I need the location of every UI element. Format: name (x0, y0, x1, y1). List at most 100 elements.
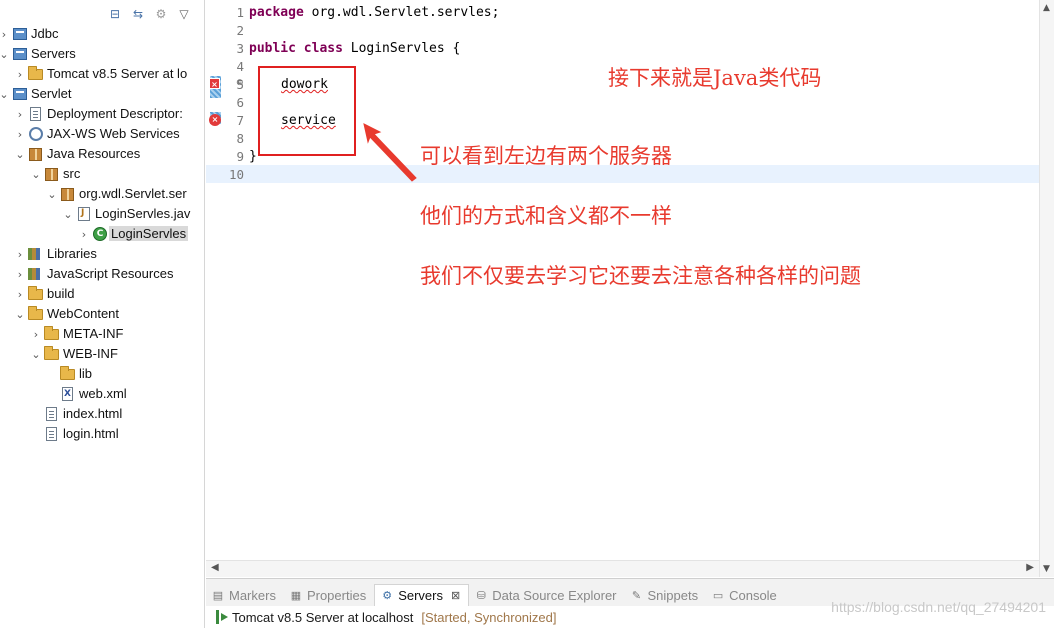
watermark: https://blog.csdn.net/qq_27494201 (831, 599, 1046, 615)
code-line[interactable]: 1 package org.wdl.Servlet.servles; (206, 3, 1039, 21)
java-icon (76, 206, 92, 222)
code-line[interactable]: 2 (206, 21, 1039, 39)
collapsed-chevron-icon[interactable]: › (0, 26, 10, 42)
collapse-all-icon[interactable]: ⊟ (107, 6, 123, 22)
expanded-chevron-icon[interactable]: ⌄ (0, 46, 10, 62)
tree-item-label: META-INF (63, 326, 124, 341)
view-menu-icon[interactable]: ▽ (176, 6, 192, 22)
tree-item-label: Java Resources (47, 146, 141, 161)
tree-item[interactable]: ⌄ WebContent (0, 304, 204, 324)
tree-item[interactable]: login.html (0, 424, 204, 444)
server-started-icon (216, 610, 229, 624)
tree-item[interactable]: › JavaScript Resources (0, 264, 204, 284)
tab-properties[interactable]: ▦ Properties (284, 584, 374, 606)
tree-item-label: Servers (31, 46, 76, 61)
lib-icon (28, 266, 44, 282)
scroll-right-icon[interactable]: ▶ (1026, 562, 1034, 573)
tab-servers[interactable]: ⚙ Servers ⊠ (374, 584, 470, 606)
scroll-left-icon[interactable]: ◀ (211, 562, 219, 573)
tree-item-label: JavaScript Resources (47, 266, 174, 281)
tab-console[interactable]: ▭ Console (706, 584, 785, 606)
link-editor-icon[interactable]: ⇆ (130, 6, 146, 22)
tree-item[interactable]: ⌄ src (0, 164, 204, 184)
tree-item[interactable]: › Libraries (0, 244, 204, 264)
collapsed-chevron-icon[interactable]: › (78, 226, 90, 242)
filter-icon[interactable]: ⚙ (153, 6, 169, 22)
close-icon[interactable]: ⊠ (451, 589, 460, 602)
tree-item-label: Servlet (31, 86, 72, 101)
tree-item[interactable]: › Jdbc (0, 24, 204, 44)
tree-item[interactable]: › META-INF (0, 324, 204, 344)
error-marker-icon[interactable]: × (209, 114, 221, 126)
database-icon: ⛁ (476, 589, 486, 602)
expanded-chevron-icon[interactable]: ⌄ (14, 306, 26, 322)
tree-item[interactable]: Xweb.xml (0, 384, 204, 404)
collapsed-chevron-icon[interactable]: › (30, 326, 42, 342)
tree-item[interactable]: › build (0, 284, 204, 304)
expanded-chevron-icon[interactable]: ⌄ (46, 186, 58, 202)
line-number: 4 (236, 59, 244, 74)
expanded-chevron-icon[interactable]: ⌄ (14, 146, 26, 162)
expanded-chevron-icon[interactable]: ⌄ (30, 346, 42, 362)
tree-item[interactable]: › JAX-WS Web Services (0, 124, 204, 144)
explorer-toolbar: ⊟ ⇆ ⚙ ▽ (107, 4, 192, 24)
line-number: 6 (236, 95, 244, 110)
tree-item-label: Libraries (47, 246, 97, 261)
tree-item[interactable]: ⌄ Servers (0, 44, 204, 64)
expanded-chevron-icon[interactable]: ⌄ (30, 166, 42, 182)
tree-item[interactable]: › C LoginServles (0, 224, 204, 244)
tree-item-label: lib (79, 366, 93, 381)
tree-item[interactable]: index.html (0, 404, 204, 424)
tree-item[interactable]: ⌄ Java Resources (0, 144, 204, 164)
tree-item[interactable]: › Tomcat v8.5 Server at lo (0, 64, 204, 84)
line-number: 1 (236, 5, 244, 20)
collapsed-chevron-icon[interactable]: › (14, 66, 26, 82)
fold-icon[interactable]: ⊖ (236, 78, 244, 88)
code-rest: org.wdl.Servlet.servles; (303, 5, 500, 20)
line-number: 3 (236, 41, 244, 56)
tree-item-label: web.xml (79, 386, 127, 401)
annotation-java-class-code: 接下来就是Java类代码 (608, 66, 822, 90)
tree-item[interactable]: ⌄ org.wdl.Servlet.ser (0, 184, 204, 204)
scroll-up-icon[interactable]: ▲ (1043, 3, 1050, 13)
project-icon (12, 86, 28, 102)
collapsed-chevron-icon[interactable]: › (14, 266, 26, 282)
tab-data-source-explorer[interactable]: ⛁ Data Source Explorer (469, 584, 624, 606)
code-text: public class LoginServles { (249, 41, 460, 56)
annotation-different-meaning: 他们的方式和含义都不一样 (420, 204, 672, 228)
tab-snippets[interactable]: ✎ Snippets (625, 584, 707, 606)
line-number: 9 (236, 149, 244, 164)
tree-item[interactable]: › Deployment Descriptor: (0, 104, 204, 124)
tree-item-label: LoginServles.jav (95, 206, 191, 221)
pkg-icon (60, 186, 76, 202)
tree-item[interactable]: ⌄ Servlet (0, 84, 204, 104)
code-line[interactable]: 3 public class LoginServles { (206, 39, 1039, 57)
tab-label: Snippets (647, 587, 699, 603)
collapsed-chevron-icon[interactable]: › (14, 106, 26, 122)
expanded-chevron-icon[interactable]: ⌄ (0, 86, 10, 102)
lib-icon (28, 246, 44, 262)
folder-icon (44, 346, 60, 362)
annotation-arrow (363, 123, 417, 182)
tree-item-label: WEB-INF (63, 346, 118, 361)
tree-item-label: JAX-WS Web Services (47, 126, 180, 141)
scroll-down-icon[interactable]: ▼ (1043, 564, 1050, 574)
collapsed-chevron-icon[interactable]: › (14, 286, 26, 302)
code-rest: } (249, 149, 257, 164)
tab-label: Console (729, 587, 777, 603)
editor-vertical-scrollbar[interactable]: ▲ ▼ (1039, 0, 1054, 577)
annotation-two-servers: 可以看到左边有两个服务器 (420, 144, 672, 168)
tree-item[interactable]: lib (0, 364, 204, 384)
tree-item-label: src (63, 166, 81, 181)
collapsed-chevron-icon[interactable]: › (14, 126, 26, 142)
pkg-icon (28, 146, 44, 162)
tree-item[interactable]: ⌄ LoginServles.jav (0, 204, 204, 224)
editor-horizontal-scrollbar[interactable]: ◀ ▶ (206, 560, 1039, 577)
expanded-chevron-icon[interactable]: ⌄ (62, 206, 74, 222)
tree-item[interactable]: ⌄ WEB-INF (0, 344, 204, 364)
tab-markers[interactable]: ▤ Markers (206, 584, 284, 606)
tree-item-label: org.wdl.Servlet.ser (79, 186, 187, 201)
error-marker-icon[interactable]: × (209, 78, 220, 89)
collapsed-chevron-icon[interactable]: › (14, 246, 26, 262)
markers-icon: ▤ (212, 589, 224, 602)
